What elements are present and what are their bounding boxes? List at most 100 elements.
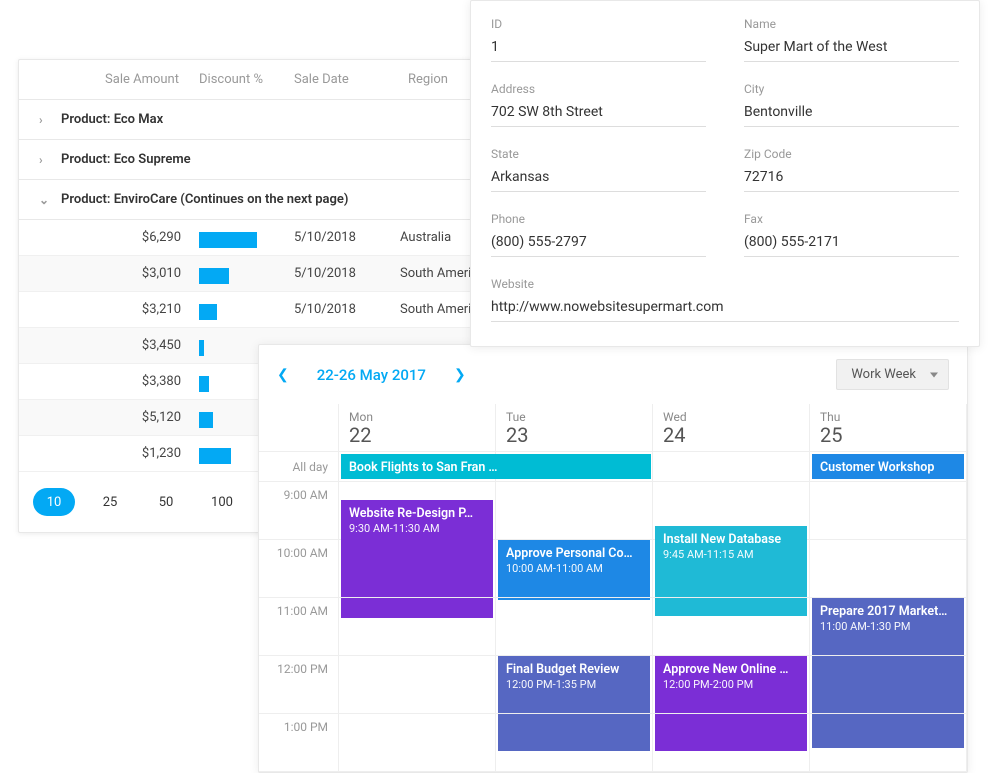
appointment[interactable]: Customer Workshop <box>812 454 964 479</box>
day-number: 24 <box>663 424 809 446</box>
time-slot[interactable]: Prepare 2017 Market…11:00 AM-1:30 PM <box>810 482 967 540</box>
next-range-button[interactable]: ❯ <box>454 367 466 383</box>
cell-discount <box>199 228 294 248</box>
dow-label: Wed <box>663 410 687 424</box>
appointment-time: 9:30 AM-11:30 AM <box>349 522 440 535</box>
value-phone[interactable]: (800) 555-2797 <box>491 234 706 257</box>
cell-amount: $1,230 <box>19 446 199 461</box>
day-header[interactable]: Wed24 <box>653 404 810 452</box>
day-header[interactable]: Thu25 <box>810 404 967 452</box>
field-city[interactable]: City Bentonville <box>744 82 959 127</box>
time-label: 1:00 PM <box>259 714 339 772</box>
time-slot[interactable]: Website Re-Design P…9:30 AM-11:30 AM <box>339 482 496 540</box>
time-slot[interactable] <box>653 714 810 772</box>
value-id[interactable]: 1 <box>491 39 706 62</box>
allday-cell[interactable] <box>653 452 810 482</box>
day-number: 25 <box>820 424 966 446</box>
field-id[interactable]: ID 1 <box>491 17 706 62</box>
field-fax[interactable]: Fax (800) 555-2171 <box>744 212 959 257</box>
time-slot[interactable] <box>496 540 653 598</box>
cell-discount <box>199 300 294 320</box>
time-label: 11:00 AM <box>259 598 339 656</box>
time-slot[interactable] <box>496 598 653 656</box>
cell-date: 5/10/2018 <box>294 266 394 281</box>
time-slot[interactable] <box>810 714 967 772</box>
field-zip[interactable]: Zip Code 72716 <box>744 147 959 192</box>
time-label: 12:00 PM <box>259 656 339 714</box>
label-website: Website <box>491 277 959 291</box>
col-sale-date[interactable]: Sale Date <box>294 72 394 87</box>
cell-amount: $3,380 <box>19 374 199 389</box>
chevron-right-icon[interactable]: › <box>39 153 61 167</box>
chevron-down-icon[interactable]: ⌄ <box>39 193 61 207</box>
label-name: Name <box>744 17 959 31</box>
time-slot[interactable] <box>496 656 653 714</box>
value-fax[interactable]: (800) 555-2171 <box>744 234 959 257</box>
page-size-10[interactable]: 10 <box>33 488 75 516</box>
label-phone: Phone <box>491 212 706 226</box>
time-slot[interactable] <box>496 714 653 772</box>
time-slot[interactable] <box>339 656 496 714</box>
cell-amount: $6,290 <box>19 230 199 245</box>
label-city: City <box>744 82 959 96</box>
label-zip: Zip Code <box>744 147 959 161</box>
time-slot[interactable]: Approve Personal Co…10:00 AM-11:00 AMFin… <box>496 482 653 540</box>
time-slot[interactable] <box>653 598 810 656</box>
time-slot[interactable] <box>810 598 967 656</box>
date-range-label[interactable]: 22-26 May 2017 <box>317 366 426 384</box>
time-slot[interactable]: Install New Database9:45 AM-11:15 AMAppr… <box>653 482 810 540</box>
time-slot[interactable] <box>653 540 810 598</box>
scheduler-toolbar: ❮ 22-26 May 2017 ❯ Work Week <box>259 345 967 404</box>
group-label: Product: Eco Max <box>61 112 163 127</box>
allday-cell[interactable] <box>496 452 653 482</box>
col-discount[interactable]: Discount % <box>199 72 294 87</box>
time-label: 10:00 AM <box>259 540 339 598</box>
field-name[interactable]: Name Super Mart of the West <box>744 17 959 62</box>
field-website[interactable]: Website http://www.nowebsitesupermart.co… <box>491 277 959 322</box>
page-size-50[interactable]: 50 <box>145 488 187 516</box>
scheduler: ❮ 22-26 May 2017 ❯ Work Week Mon22Tue23W… <box>258 344 968 773</box>
time-slot[interactable] <box>810 656 967 714</box>
view-selector[interactable]: Work Week <box>836 359 949 390</box>
value-address[interactable]: 702 SW 8th Street <box>491 104 706 127</box>
allday-cell[interactable]: Book Flights to San Fran … <box>339 452 496 482</box>
form-panel: ID 1 Name Super Mart of the West Address… <box>470 0 980 347</box>
time-slot[interactable] <box>339 714 496 772</box>
allday-cell[interactable]: Customer Workshop <box>810 452 967 482</box>
day-header[interactable]: Mon22 <box>339 404 496 452</box>
prev-range-button[interactable]: ❮ <box>277 367 289 383</box>
page-size-25[interactable]: 25 <box>89 488 131 516</box>
page-size-100[interactable]: 100 <box>201 488 243 516</box>
field-state[interactable]: State Arkansas <box>491 147 706 192</box>
cell-date: 5/10/2018 <box>294 230 394 245</box>
value-zip[interactable]: 72716 <box>744 169 959 192</box>
value-city[interactable]: Bentonville <box>744 104 959 127</box>
cell-amount: $3,210 <box>19 302 199 317</box>
time-slot[interactable] <box>339 598 496 656</box>
field-address[interactable]: Address 702 SW 8th Street <box>491 82 706 127</box>
dow-label: Tue <box>506 410 526 424</box>
scheduler-grid: Mon22Tue23Wed24Thu25All dayBook Flights … <box>259 404 967 772</box>
time-slot[interactable] <box>653 656 810 714</box>
cell-amount: $3,450 <box>19 338 199 353</box>
day-header[interactable]: Tue23 <box>496 404 653 452</box>
field-phone[interactable]: Phone (800) 555-2797 <box>491 212 706 257</box>
cell-amount: $5,120 <box>19 410 199 425</box>
cell-amount: $3,010 <box>19 266 199 281</box>
dow-label: Mon <box>349 410 373 424</box>
time-slot[interactable] <box>339 540 496 598</box>
label-fax: Fax <box>744 212 959 226</box>
col-sale-amount[interactable]: Sale Amount <box>69 72 199 87</box>
chevron-right-icon[interactable]: › <box>39 113 61 127</box>
group-label: Product: Eco Supreme <box>61 152 191 167</box>
label-id: ID <box>491 17 706 31</box>
appointment-title: Website Re-Design P… <box>349 506 485 521</box>
view-selector-value: Work Week <box>851 367 916 382</box>
day-number: 23 <box>506 424 652 446</box>
value-state[interactable]: Arkansas <box>491 169 706 192</box>
time-slot[interactable] <box>810 540 967 598</box>
value-name[interactable]: Super Mart of the West <box>744 39 959 62</box>
value-website[interactable]: http://www.nowebsitesupermart.com <box>491 299 959 322</box>
cell-discount <box>199 264 294 284</box>
time-label: 9:00 AM <box>259 482 339 540</box>
